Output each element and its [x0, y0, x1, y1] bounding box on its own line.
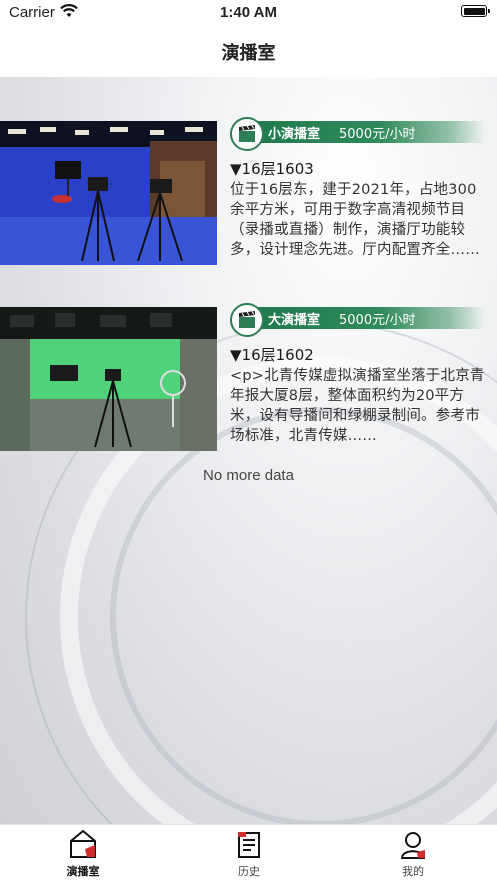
tab-history[interactable]: 历史 [209, 829, 289, 881]
studio-floor: ▼16层1603 [230, 160, 314, 178]
clapperboard-icon [230, 117, 264, 151]
studio-list[interactable]: 小演播室 5000元/小时 ▼16层1603 位于16层东，建于2021年，占地… [0, 77, 497, 824]
history-icon [238, 832, 260, 858]
studio-description: 位于16层东，建于2021年，占地300余平方米，可用于数字高清视频节目（录播或… [230, 182, 480, 258]
studio-name: 大演播室 [268, 313, 321, 328]
tab-bar: 演播室 历史 我的 [0, 824, 497, 883]
studio-description: <p>北青传媒虚拟演播室坐落于北京青年报大厦8层，整体面积约为20平方米，设有导… [230, 368, 485, 444]
battery-icon [461, 5, 490, 17]
studio-photo [0, 121, 217, 265]
studio-info: 小演播室 5000元/小时 ▼16层1603 位于16层东，建于2021年，占地… [228, 117, 490, 267]
tab-profile[interactable]: 我的 [373, 829, 453, 881]
page-title: 演播室 [221, 43, 276, 64]
studio-info: 大演播室 5000元/小时 ▼16层1602 <p>北青传媒虚拟演播室坐落于北京… [228, 303, 490, 453]
studio-floor: ▼16层1602 [230, 346, 314, 364]
clapperboard-icon [230, 303, 264, 337]
tab-label: 演播室 [66, 865, 100, 878]
no-more-data-label: No more data [203, 467, 294, 484]
studio-icon [70, 829, 96, 858]
navigation-bar: 演播室 [0, 26, 497, 77]
studio-name: 小演播室 [268, 127, 321, 142]
tab-studio[interactable]: 演播室 [43, 829, 123, 881]
status-bar: Carrier 1:40 AM [0, 0, 497, 26]
studio-price: 5000元/小时 [339, 127, 416, 142]
profile-icon [400, 832, 426, 859]
status-time: 1:40 AM [220, 4, 277, 21]
studio-photo [0, 307, 217, 451]
studio-price: 5000元/小时 [339, 313, 416, 328]
studio-card[interactable]: 小演播室 5000元/小时 ▼16层1603 位于16层东，建于2021年，占地… [0, 117, 497, 267]
studio-name-bar: 大演播室 5000元/小时 [230, 303, 485, 337]
tab-label: 我的 [402, 865, 424, 878]
studio-name-bar: 小演播室 5000元/小时 [230, 117, 485, 151]
tab-label: 历史 [238, 865, 260, 878]
studio-card[interactable]: 大演播室 5000元/小时 ▼16层1602 <p>北青传媒虚拟演播室坐落于北京… [0, 303, 497, 453]
